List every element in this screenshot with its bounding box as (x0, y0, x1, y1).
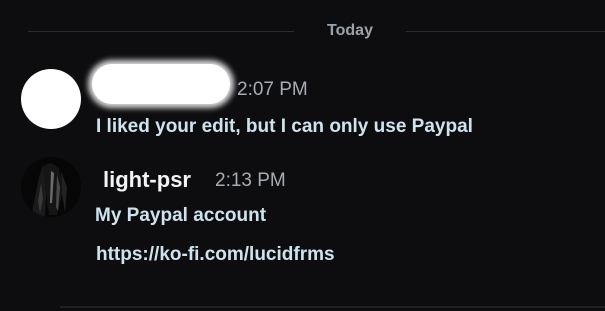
date-divider-line-right (406, 31, 605, 32)
redacted-username (92, 64, 230, 104)
dark-figure-avatar-icon (21, 157, 81, 217)
chat-window: Today 2:07 PM I liked your edit, but I c… (0, 0, 605, 311)
avatar[interactable] (21, 69, 81, 129)
date-divider-line-left (28, 31, 294, 32)
message-timestamp: 2:07 PM (237, 79, 308, 100)
date-divider-label: Today (327, 22, 373, 39)
bottom-divider (60, 306, 605, 308)
message-link[interactable]: https://ko-fi.com/lucidfrms (96, 244, 335, 266)
message-text: I liked your edit, but I can only use Pa… (96, 116, 473, 137)
message-text: My Paypal account (95, 205, 267, 226)
avatar[interactable] (21, 157, 81, 217)
message-timestamp: 2:13 PM (215, 170, 286, 191)
message-author[interactable]: light-psr (103, 167, 191, 193)
